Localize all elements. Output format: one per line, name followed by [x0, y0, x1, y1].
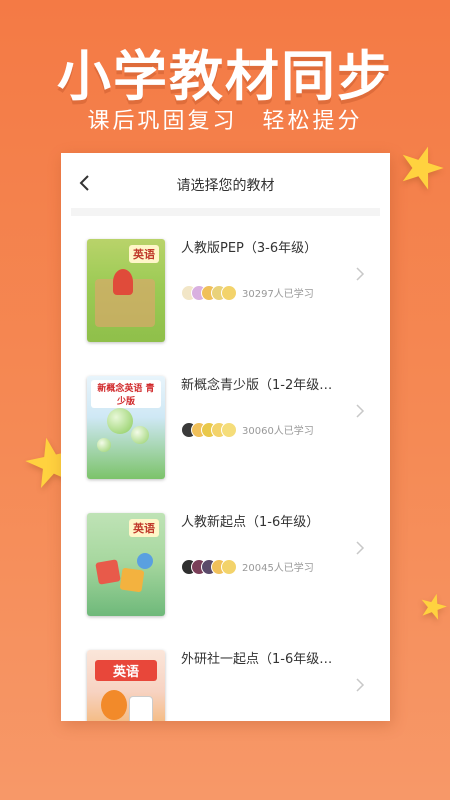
book-cover: 英语 [87, 650, 165, 721]
book-cover: 英语 [87, 513, 165, 616]
textbook-name: 人教版PEP（3-6年级） [181, 241, 318, 256]
learner-count: 30060人已学习 [242, 426, 314, 437]
textbook-item-new-concept[interactable]: 新概念英语 青少版 新概念青少版（1-2年级… 30060人已学习 [61, 353, 390, 490]
chevron-right-icon [356, 678, 365, 692]
textbook-name: 人教新起点（1-6年级） [181, 515, 320, 530]
chevron-right-icon [356, 404, 365, 418]
textbook-item-pep[interactable]: 英语 人教版PEP（3-6年级） 30297人已学习 [61, 216, 390, 353]
page-title: 请选择您的教材 [176, 178, 275, 194]
star-icon: ★ [387, 128, 450, 207]
avatar [221, 285, 237, 301]
book-cover-title: 英语 [129, 245, 159, 263]
subheadline: 课后巩固复习 轻松提分 [87, 109, 363, 134]
textbook-list: 英语 人教版PEP（3-6年级） 30297人已学习 新概念英语 青少版 新概念… [61, 216, 390, 721]
nav-bar: 请选择您的教材 [61, 153, 390, 208]
learner-count: 20045人已学习 [242, 563, 314, 574]
book-cover-title: 英语 [129, 519, 159, 537]
divider [71, 208, 380, 216]
avatar [221, 559, 237, 575]
star-icon: ★ [413, 583, 450, 631]
textbook-name: 外研社一起点（1-6年级… [181, 652, 333, 667]
textbook-item-new-start[interactable]: 英语 人教新起点（1-6年级） 20045人已学习 [61, 490, 390, 627]
textbook-name: 新概念青少版（1-2年级… [181, 378, 333, 393]
learner-count: 30297人已学习 [242, 289, 314, 300]
avatar [221, 422, 237, 438]
chevron-right-icon [356, 541, 365, 555]
book-cover-title: 新概念英语 青少版 [91, 380, 161, 408]
textbook-card: 请选择您的教材 英语 人教版PEP（3-6年级） 30297人已学习 新概念英语… [61, 153, 390, 721]
textbook-item-fltrp[interactable]: 英语 外研社一起点（1-6年级… [61, 627, 390, 721]
book-cover: 英语 [87, 239, 165, 342]
chevron-right-icon [356, 267, 365, 281]
headline: 小学教材同步 [57, 45, 393, 108]
book-cover: 新概念英语 青少版 [87, 376, 165, 479]
book-cover-title: 英语 [95, 660, 157, 681]
